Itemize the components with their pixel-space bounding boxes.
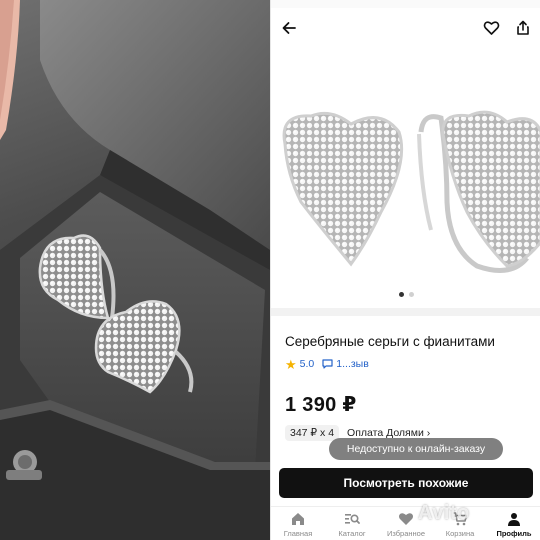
bottom-tab-bar: Главная Каталог Избранное Корзина Профил… [271, 506, 540, 540]
home-icon [292, 513, 304, 525]
product-price: 1 390 ₽ [285, 394, 357, 416]
profile-icon [508, 513, 520, 526]
tab-profile[interactable]: Профиль [487, 507, 540, 540]
back-button[interactable] [275, 14, 303, 42]
product-screen: Серебряные серьги с фианитами ★ 5.0 1...… [270, 0, 540, 540]
product-gallery-image[interactable] [271, 52, 540, 284]
pagination-dot[interactable] [408, 292, 414, 297]
heart-outline-icon [483, 21, 499, 35]
reviews-count: 1...зыв [336, 358, 369, 370]
rating-value: 5.0 [299, 358, 315, 370]
avito-watermark: Avito [418, 502, 470, 524]
arrow-left-icon [282, 22, 296, 34]
product-title: Серебряные серьги с фианитами [285, 334, 495, 349]
earrings-product-illustration [282, 110, 540, 273]
section-divider [271, 308, 540, 316]
view-similar-button[interactable]: Посмотреть похожие [279, 468, 533, 498]
tab-label: Профиль [496, 529, 532, 538]
tab-catalog[interactable]: Каталог [325, 507, 379, 540]
top-bar [271, 10, 540, 46]
share-icon [517, 20, 529, 35]
installment-amount: 347 ₽ x 4 [285, 425, 340, 441]
tab-label: Корзина [445, 529, 475, 538]
tab-label: Избранное [386, 529, 425, 538]
product-photo [0, 0, 270, 540]
star-icon: ★ [285, 356, 297, 372]
pagination-dot-active[interactable] [398, 292, 404, 297]
gallery-pagination [271, 292, 540, 300]
share-button[interactable] [509, 14, 537, 42]
reviews-link[interactable]: 1...зыв [322, 358, 369, 370]
comment-icon [322, 359, 333, 369]
tab-label: Главная [283, 529, 313, 538]
heart-icon [399, 513, 413, 525]
tab-label: Каталог [338, 529, 366, 538]
status-bar [271, 0, 540, 8]
rating-row: ★ 5.0 1...зыв [285, 356, 369, 372]
catalog-search-icon [345, 514, 360, 524]
unavailable-toast: Недоступно к онлайн-заказу [329, 438, 503, 460]
earrings-in-box-illustration [0, 0, 270, 540]
tab-home[interactable]: Главная [271, 507, 325, 540]
favorite-button[interactable] [477, 14, 505, 42]
